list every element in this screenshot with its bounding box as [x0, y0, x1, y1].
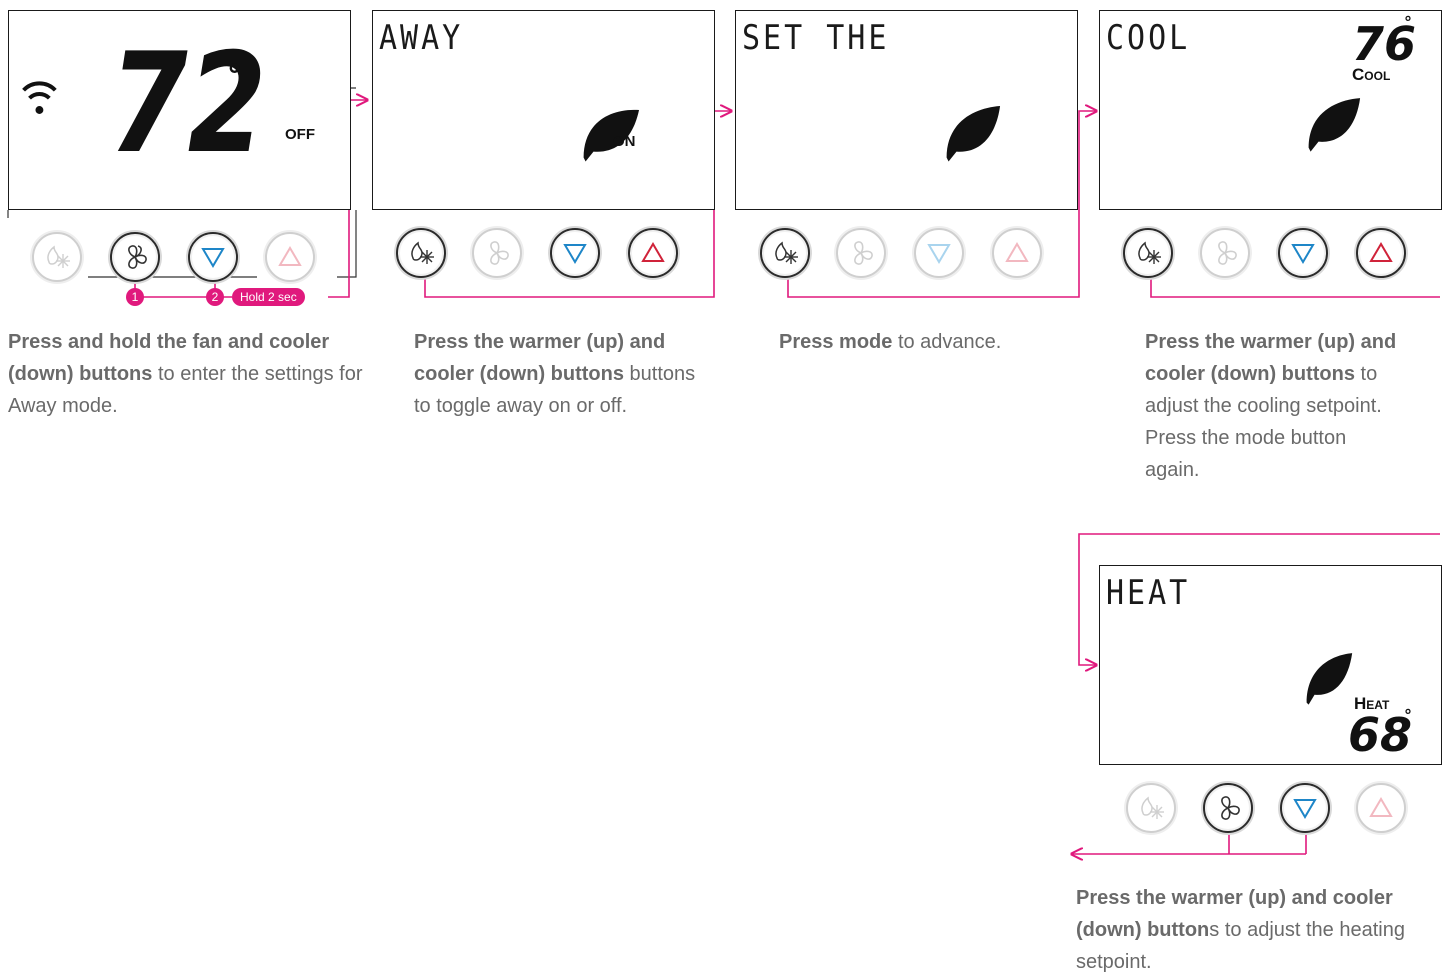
- leaf-icon: [1308, 98, 1361, 152]
- down-button[interactable]: [188, 232, 238, 282]
- caption-rest: to advance.: [892, 331, 1002, 353]
- fan-icon: [490, 241, 509, 265]
- degree-symbol: °: [1404, 706, 1412, 725]
- up-button[interactable]: [1356, 228, 1406, 278]
- caption-step-2: Press the warmer (up) and cooler (down) …: [414, 326, 704, 422]
- thermostat-screen-away: AWAY ON: [372, 10, 715, 210]
- fan-button[interactable]: [1203, 783, 1253, 833]
- up-button[interactable]: [265, 232, 315, 282]
- up-button[interactable]: [1356, 783, 1406, 833]
- up-arrow-icon: [641, 242, 665, 262]
- fan-icon: [1221, 796, 1240, 820]
- down-arrow-icon: [1291, 244, 1315, 264]
- caption-step-4: Press the warmer (up) and cooler (down) …: [1145, 326, 1405, 486]
- caption-step-3: Press mode to advance.: [779, 326, 1079, 358]
- flame-snowflake-icon: [775, 241, 798, 264]
- step-2-badge: 2: [206, 288, 224, 306]
- down-button[interactable]: [1278, 228, 1328, 278]
- mode-button[interactable]: [32, 232, 82, 282]
- thermostat-screen-set: SET THE: [735, 10, 1078, 210]
- heat-setpoint: 68: [1348, 708, 1413, 762]
- fan-button[interactable]: [472, 228, 522, 278]
- flame-snowflake-icon: [1141, 796, 1164, 819]
- system-status: OFF: [285, 126, 315, 143]
- fan-button[interactable]: [836, 228, 886, 278]
- degree-symbol: °: [227, 59, 242, 94]
- fan-status: ON: [613, 133, 636, 150]
- fan-icon: [854, 241, 873, 265]
- fan-icon: [128, 245, 147, 269]
- leaf-icon: [1306, 653, 1353, 705]
- thermostat-screen-home: 72 ° OFF: [8, 10, 351, 210]
- down-arrow-icon: [563, 244, 587, 264]
- flame-snowflake-icon: [1138, 241, 1161, 264]
- fan-icon: [1218, 241, 1237, 265]
- leaf-icon: [946, 106, 1001, 162]
- caption-step-1: Press and hold the fan and cooler (down)…: [8, 326, 368, 422]
- up-button[interactable]: [992, 228, 1042, 278]
- fan-button[interactable]: [1200, 228, 1250, 278]
- thermostat-screen-cool: COOL 76 ° Cool: [1099, 10, 1442, 210]
- down-button[interactable]: [914, 228, 964, 278]
- flame-snowflake-icon: [411, 241, 434, 264]
- down-arrow-icon: [201, 248, 225, 268]
- wifi-icon: [22, 81, 57, 114]
- down-arrow-icon: [927, 244, 951, 264]
- down-arrow-icon: [1293, 799, 1317, 819]
- up-arrow-icon: [1369, 242, 1393, 262]
- up-button[interactable]: [628, 228, 678, 278]
- mode-button[interactable]: [1126, 783, 1176, 833]
- up-arrow-icon: [1005, 242, 1029, 262]
- hold-duration-label: Hold 2 sec: [232, 288, 305, 306]
- mode-button[interactable]: [396, 228, 446, 278]
- mode-button[interactable]: [1123, 228, 1173, 278]
- caption-step-5: Press the warmer (up) and cooler (down) …: [1076, 882, 1438, 978]
- fan-button[interactable]: [110, 232, 160, 282]
- current-temperature: 72: [109, 23, 267, 184]
- up-arrow-icon: [1369, 797, 1393, 817]
- caption-bold: Press mode: [779, 331, 893, 353]
- mode-button[interactable]: [760, 228, 810, 278]
- flame-snowflake-icon: [47, 245, 70, 268]
- down-button[interactable]: [1280, 783, 1330, 833]
- down-button[interactable]: [550, 228, 600, 278]
- up-arrow-icon: [278, 246, 302, 266]
- step-1-badge: 1: [126, 288, 144, 306]
- thermostat-screen-heat: HEAT Heat 68 °: [1099, 565, 1442, 765]
